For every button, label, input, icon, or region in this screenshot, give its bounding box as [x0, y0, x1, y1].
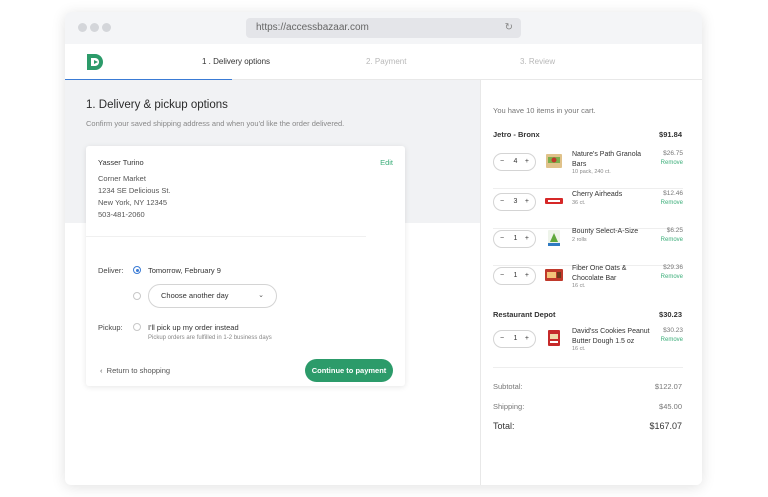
decrease-quantity-button[interactable]: − [500, 231, 504, 247]
product-price: $6.25 [666, 227, 683, 234]
return-to-shopping-label: Return to shopping [106, 366, 171, 375]
cart-item: 4 − + Nature's Path Granola Bars 10 pack… [481, 150, 702, 189]
store-name: Restaurant Depot [493, 310, 556, 319]
product-price: $30.23 [663, 327, 683, 334]
address-bar[interactable]: https://accessbazaar.com ↻ [246, 18, 521, 38]
product-price: $26.75 [663, 150, 683, 157]
quantity-stepper[interactable]: 1 − + [493, 267, 536, 285]
step-review[interactable]: 3. Review [520, 57, 555, 66]
checkout-steps-nav: 1 . Delivery options 2. Payment 3. Revie… [65, 44, 702, 81]
logo-icon[interactable] [85, 53, 105, 71]
page-title: 1. Delivery & pickup options [86, 99, 228, 111]
url-text: https://accessbazaar.com [256, 22, 369, 33]
cart-item: 3 − + Cherry Airheads 36 ct. $12.46 Remo… [481, 190, 702, 229]
step-delivery-options[interactable]: 1 . Delivery options [202, 57, 270, 66]
deliver-tomorrow-label[interactable]: Tomorrow, February 9 [148, 266, 221, 275]
browser-titlebar: https://accessbazaar.com ↻ [65, 12, 702, 44]
address-phone: 503-481-2060 [98, 210, 145, 219]
remove-item-link[interactable]: Remove [661, 274, 683, 280]
deliver-another-day-radio[interactable] [133, 292, 141, 300]
choose-day-value: Choose another day [161, 291, 229, 300]
remove-item-link[interactable]: Remove [661, 337, 683, 343]
product-size: 2 rolls [572, 237, 587, 243]
product-name: Nature's Path Granola Bars [572, 151, 642, 168]
browser-window: https://accessbazaar.com ↻ 1 . Delivery … [65, 12, 702, 485]
cart-item: 1 − + Fiber One Oats & Chocolate Bar 16 … [481, 264, 702, 305]
shipping-label: Shipping: [493, 402, 525, 411]
item-divider [493, 188, 683, 189]
product-thumbnail [548, 330, 560, 346]
product-price: $12.46 [663, 190, 683, 197]
product-name: David'ss Cookies Peanut Butter Dough 1.5… [572, 328, 650, 345]
decrease-quantity-button[interactable]: − [500, 268, 504, 284]
increase-quantity-button[interactable]: + [525, 194, 529, 210]
cart-item-count: You have 10 items in your cart. [493, 106, 596, 115]
product-name: Bounty Select-A-Size [572, 228, 639, 235]
pickup-option-label[interactable]: I'll pick up my order instead [148, 323, 239, 332]
product-thumbnail [545, 198, 563, 204]
pickup-label: Pickup: [98, 323, 123, 332]
delivery-card: Yasser Turino Edit Corner Market 1234 SE… [86, 146, 405, 386]
product-size: 16 ct. [572, 346, 586, 352]
deliver-label: Deliver: [98, 266, 124, 275]
chevron-left-icon: ‹ [100, 366, 107, 375]
product-thumbnail [548, 230, 560, 246]
store-name: Jetro - Bronx [493, 130, 540, 139]
decrease-quantity-button[interactable]: − [500, 154, 504, 170]
store-total: $30.23 [659, 310, 682, 319]
increase-quantity-button[interactable]: + [525, 331, 529, 347]
total-label: Total: [493, 421, 515, 431]
increase-quantity-button[interactable]: + [525, 154, 529, 170]
chevron-down-icon: ⌄ [258, 292, 264, 299]
quantity-stepper[interactable]: 4 − + [493, 153, 536, 171]
address-divider [86, 236, 366, 237]
quantity-stepper[interactable]: 3 − + [493, 193, 536, 211]
product-thumbnail [546, 154, 562, 168]
continue-to-payment-button[interactable]: Continue to payment [305, 359, 393, 382]
product-name: Fiber One Oats & Chocolate Bar [572, 265, 627, 282]
remove-item-link[interactable]: Remove [661, 160, 683, 166]
address-line: 1234 SE Delicious St. [98, 186, 171, 195]
product-name: Cherry Airheads [572, 191, 623, 198]
pickup-radio[interactable] [133, 323, 141, 331]
address-name: Yasser Turino [98, 158, 144, 167]
product-size: 16 ct. [572, 283, 586, 289]
decrease-quantity-button[interactable]: − [500, 194, 504, 210]
edit-address-link[interactable]: Edit [380, 158, 393, 167]
increase-quantity-button[interactable]: + [525, 231, 529, 247]
increase-quantity-button[interactable]: + [525, 268, 529, 284]
pickup-note: Pickup orders are fulfilled in 1-2 busin… [148, 335, 272, 341]
page-subtitle: Confirm your saved shipping address and … [86, 119, 345, 128]
address-line: New York, NY 12345 [98, 198, 168, 207]
remove-item-link[interactable]: Remove [661, 237, 683, 243]
summary-divider [493, 367, 683, 368]
total-value: $167.07 [649, 421, 682, 431]
cart-panel: You have 10 items in your cart. Jetro - … [480, 80, 702, 485]
window-maximize-dot[interactable] [102, 23, 111, 32]
product-size: 10 pack, 240 ct. [572, 169, 611, 175]
cart-item: 1 − + David'ss Cookies Peanut Butter Dou… [481, 327, 702, 366]
choose-day-dropdown[interactable]: Choose another day ⌄ [148, 284, 277, 308]
step-payment[interactable]: 2. Payment [366, 57, 406, 66]
shipping-value: $45.00 [659, 402, 682, 411]
remove-item-link[interactable]: Remove [661, 200, 683, 206]
quantity-stepper[interactable]: 1 − + [493, 330, 536, 348]
deliver-tomorrow-radio[interactable] [133, 266, 141, 274]
window-minimize-dot[interactable] [90, 23, 99, 32]
decrease-quantity-button[interactable]: − [500, 331, 504, 347]
product-size: 36 ct. [572, 200, 586, 206]
subtotal-label: Subtotal: [493, 382, 523, 391]
window-close-dot[interactable] [78, 23, 87, 32]
return-to-shopping-link[interactable]: ‹ Return to shopping [100, 366, 170, 375]
reload-icon[interactable]: ↻ [505, 18, 513, 38]
product-thumbnail [545, 269, 563, 281]
store-total: $91.84 [659, 130, 682, 139]
cart-item: 1 − + Bounty Select-A-Size 2 rolls $6.25… [481, 227, 702, 266]
product-price: $29.36 [663, 264, 683, 271]
address-line: Corner Market [98, 174, 146, 183]
quantity-stepper[interactable]: 1 − + [493, 230, 536, 248]
subtotal-value: $122.07 [654, 382, 682, 391]
